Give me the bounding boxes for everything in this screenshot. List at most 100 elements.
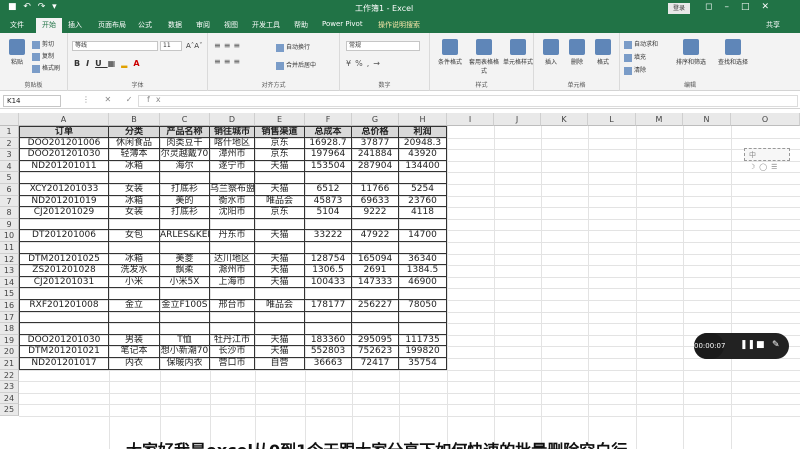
table-cell[interactable] [160,218,210,231]
table-cell[interactable]: 达川地区 [210,253,255,266]
table-cell[interactable] [160,370,210,382]
table-cell[interactable]: 洗发水 [109,265,160,277]
table-cell[interactable] [352,381,399,393]
table-cell[interactable] [160,242,210,254]
conditional-format-button[interactable]: 条件格式 [434,39,466,66]
table-cell[interactable]: DOO201201006 [19,137,109,150]
column-header[interactable]: L [588,113,636,126]
format-as-table-button[interactable]: 套用表格格式 [468,39,500,75]
table-cell[interactable] [352,311,399,324]
table-cell[interactable] [19,381,109,393]
table-cell[interactable] [160,393,210,405]
table-cell[interactable]: ND201201011 [19,160,109,173]
table-cell[interactable] [109,288,160,300]
table-cell[interactable] [19,370,109,382]
table-cell[interactable]: DT201201006 [19,230,109,242]
row-header[interactable]: 22 [0,369,19,382]
table-cell[interactable]: 打底衫 [160,184,210,196]
table-cell[interactable]: 78050 [399,300,447,312]
column-header[interactable]: B [109,113,160,126]
autosum-button[interactable]: 自动求和 [624,39,658,49]
table-cell[interactable] [210,311,255,324]
table-cell[interactable] [19,393,109,405]
table-cell[interactable] [255,218,305,231]
table-cell[interactable] [19,323,109,335]
table-cell[interactable]: DOO201201030 [19,334,109,347]
tab-0[interactable]: 文件 [10,20,24,30]
tab-9[interactable]: 帮助 [294,20,308,30]
table-cell[interactable]: 天猫 [255,346,305,358]
table-cell[interactable]: 利润 [399,126,447,138]
table-cell[interactable]: 128754 [305,253,352,266]
share-button[interactable]: 共享 [766,20,780,30]
table-cell[interactable] [210,288,255,300]
table-cell[interactable] [305,218,352,231]
table-cell[interactable] [399,393,447,405]
table-cell[interactable]: 美菱 [160,253,210,266]
table-cell[interactable]: 轻薄本 [109,149,160,161]
row-header[interactable]: 11 [0,242,19,254]
table-cell[interactable] [160,288,210,300]
table-cell[interactable] [305,311,352,324]
format-painter-button[interactable]: 格式刷 [32,63,60,73]
table-cell[interactable]: 京东 [255,207,305,219]
table-cell[interactable]: 销往城市 [210,126,255,138]
table-cell[interactable]: 尔灵越戴70 [160,149,210,161]
table-cell[interactable]: 总成本 [305,126,352,138]
copy-button[interactable]: 复制 [32,51,54,61]
select-all-corner[interactable] [0,113,19,126]
row-header[interactable]: 24 [0,392,19,405]
table-cell[interactable]: 752623 [352,346,399,358]
table-cell[interactable]: 6512 [305,184,352,196]
table-cell[interactable]: 总价格 [352,126,399,138]
table-cell[interactable] [399,381,447,393]
tab-4[interactable]: 公式 [138,20,152,30]
table-cell[interactable]: DTM201201025 [19,253,109,266]
row-header[interactable]: 14 [0,276,19,289]
table-cell[interactable] [19,242,109,254]
find-select-button[interactable]: 查找和选择 [714,39,752,66]
row-header[interactable]: 9 [0,218,19,231]
row-header[interactable]: 19 [0,334,19,347]
table-cell[interactable]: 金立F100S [160,300,210,312]
table-cell[interactable] [109,242,160,254]
table-cell[interactable]: 想小新潮70 [160,346,210,358]
table-cell[interactable]: DOO201201030 [19,149,109,161]
table-cell[interactable]: 295095 [352,334,399,347]
tab-5[interactable]: 数据 [168,20,182,30]
row-header[interactable]: 7 [0,195,19,208]
table-cell[interactable]: 产品名称 [160,126,210,138]
table-cell[interactable]: 女装 [109,184,160,196]
table-cell[interactable]: 天猫 [255,160,305,173]
table-cell[interactable]: 197964 [305,149,352,161]
table-cell[interactable] [399,172,447,184]
table-cell[interactable] [210,323,255,335]
table-cell[interactable] [352,242,399,254]
table-cell[interactable]: XCY201201033 [19,184,109,196]
table-cell[interactable]: 笔记本 [109,346,160,358]
table-cell[interactable]: 100433 [305,276,352,289]
stop-icon[interactable]: ■ [756,340,765,350]
table-cell[interactable]: 自营 [255,358,305,370]
table-cell[interactable]: 46900 [399,276,447,289]
row-header[interactable]: 17 [0,311,19,324]
tab-8[interactable]: 开发工具 [252,20,280,30]
formula-input[interactable] [138,95,798,107]
table-cell[interactable] [160,404,210,416]
table-cell[interactable]: 京东 [255,149,305,161]
table-cell[interactable]: 9222 [352,207,399,219]
table-cell[interactable] [352,218,399,231]
table-cell[interactable]: 订单 [19,126,109,138]
table-cell[interactable]: 552803 [305,346,352,358]
table-cell[interactable]: 飘柔 [160,265,210,277]
table-cell[interactable]: 4118 [399,207,447,219]
table-cell[interactable] [210,218,255,231]
table-cell[interactable] [399,242,447,254]
table-cell[interactable]: 沈阳市 [210,207,255,219]
table-cell[interactable] [255,172,305,184]
delete-cells-button[interactable]: 删除 [564,39,590,66]
row-header[interactable]: 15 [0,288,19,300]
table-cell[interactable]: 天猫 [255,230,305,242]
tab-10[interactable]: Power Pivot [322,20,363,28]
table-cell[interactable]: 乌兰察布盟 [210,184,255,196]
